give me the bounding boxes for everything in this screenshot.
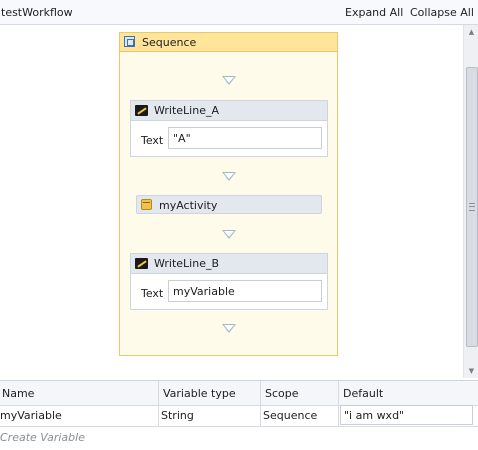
column-divider[interactable] bbox=[338, 381, 339, 426]
drop-arrow-icon[interactable] bbox=[222, 76, 236, 85]
text-field-label: Text bbox=[141, 134, 164, 147]
column-header-scope[interactable]: Scope bbox=[265, 387, 299, 400]
writeline-b-title: WriteLine_B bbox=[154, 257, 220, 270]
column-header-default[interactable]: Default bbox=[343, 387, 383, 400]
variables-grid-header bbox=[0, 381, 478, 406]
column-divider[interactable] bbox=[260, 381, 261, 426]
my-activity[interactable]: myActivity bbox=[136, 195, 322, 214]
my-activity-title: myActivity bbox=[159, 199, 218, 212]
writeline-b-activity[interactable]: WriteLine_B Text myVariable bbox=[130, 253, 328, 310]
scroll-up-icon[interactable]: ▲ bbox=[464, 25, 478, 39]
scroll-down-icon[interactable]: ▼ bbox=[464, 364, 478, 378]
collapse-all-button[interactable]: Collapse All bbox=[410, 6, 474, 19]
writeline-icon bbox=[135, 105, 148, 116]
designer-header: testWorkflow Expand All Collapse All bbox=[0, 0, 478, 25]
sequence-icon bbox=[124, 36, 135, 47]
expand-all-button[interactable]: Expand All bbox=[345, 6, 403, 19]
variable-default-input[interactable]: "i am wxd" bbox=[340, 405, 473, 425]
writeline-a-header[interactable]: WriteLine_A bbox=[131, 101, 327, 121]
variable-scope-cell[interactable]: Sequence bbox=[263, 409, 317, 422]
activity-icon bbox=[141, 199, 152, 210]
text-field-label: Text bbox=[141, 287, 164, 300]
sequence-activity[interactable]: Sequence WriteLine_A Text "A" myActivity… bbox=[119, 32, 338, 356]
variables-grid: Name Variable type Scope Default myVaria… bbox=[0, 380, 478, 450]
writeline-icon bbox=[135, 258, 148, 269]
writeline-b-header[interactable]: WriteLine_B bbox=[131, 254, 327, 274]
writeline-a-text-input[interactable]: "A" bbox=[168, 127, 322, 149]
writeline-a-title: WriteLine_A bbox=[154, 104, 219, 117]
column-divider[interactable] bbox=[158, 381, 159, 426]
sequence-title: Sequence bbox=[142, 36, 197, 49]
drop-arrow-icon[interactable] bbox=[222, 230, 236, 239]
writeline-a-activity[interactable]: WriteLine_A Text "A" bbox=[130, 100, 328, 157]
scrollbar-thumb[interactable] bbox=[466, 67, 478, 347]
variable-type-cell[interactable]: String bbox=[161, 409, 194, 422]
vertical-scrollbar[interactable]: ▲ ▼ bbox=[463, 25, 478, 378]
sequence-header[interactable]: Sequence bbox=[120, 33, 337, 52]
drop-arrow-icon[interactable] bbox=[222, 172, 236, 181]
create-variable-row[interactable]: Create Variable bbox=[0, 426, 478, 450]
create-variable-link[interactable]: Create Variable bbox=[0, 431, 85, 444]
writeline-b-text-input[interactable]: myVariable bbox=[168, 280, 322, 302]
drop-arrow-icon[interactable] bbox=[222, 324, 236, 333]
column-header-variable-type[interactable]: Variable type bbox=[163, 387, 236, 400]
column-header-name[interactable]: Name bbox=[2, 387, 34, 400]
workflow-title: testWorkflow bbox=[1, 6, 73, 19]
variable-name-cell[interactable]: myVariable bbox=[0, 409, 62, 422]
grip-icon bbox=[469, 203, 475, 211]
